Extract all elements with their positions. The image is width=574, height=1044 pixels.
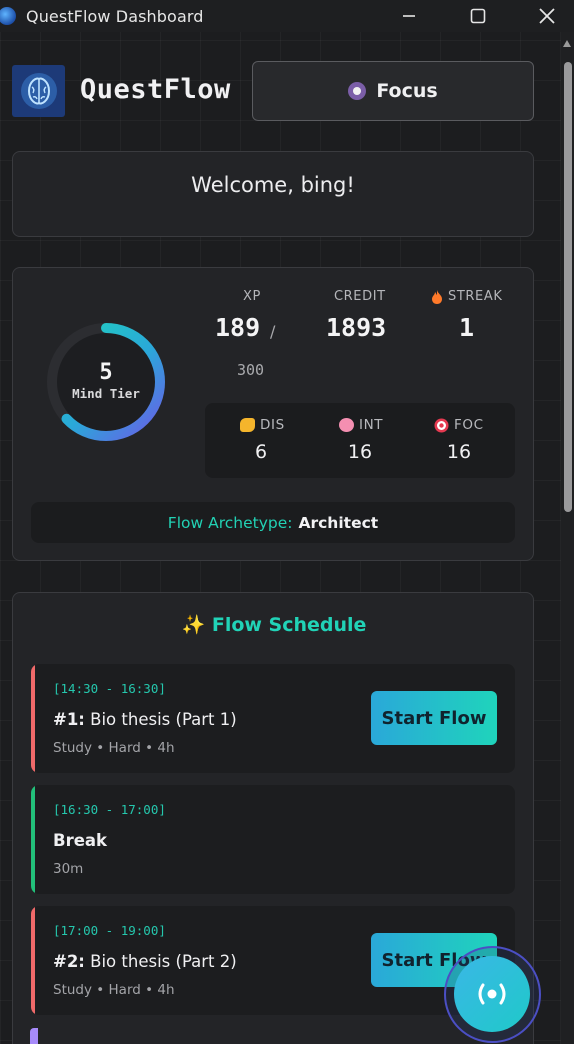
- schedule-item: [14:30 - 16:30] #1: Bio thesis (Part 1) …: [31, 664, 515, 773]
- task-name: Bio thesis (Part 1): [90, 710, 237, 729]
- scrollbar-thumb[interactable]: [564, 62, 572, 512]
- xp-value: 189: [215, 313, 261, 342]
- schedule-meta: Study • Hard • 4h: [53, 982, 175, 998]
- focus-button[interactable]: Focus: [252, 61, 534, 121]
- int-header: INT: [339, 417, 383, 433]
- credit-value: 1893: [326, 313, 387, 342]
- foc-header: FOC: [434, 417, 484, 433]
- brand-name: QuestFlow: [80, 74, 231, 105]
- streak-value: 1: [459, 313, 475, 342]
- focus-timer-icon: [348, 82, 367, 100]
- schedule-time: [17:00 - 19:00]: [53, 923, 166, 938]
- streak-header: STREAK: [431, 289, 502, 304]
- broadcast-fab-button[interactable]: [454, 956, 530, 1032]
- dis-label: DIS: [260, 417, 285, 433]
- maximize-icon: [470, 8, 486, 24]
- priority-bar: [31, 785, 35, 894]
- priority-bar: [31, 664, 35, 773]
- int-value: 16: [347, 441, 373, 463]
- broadcast-icon: [478, 983, 506, 1005]
- brain-icon: [339, 418, 354, 432]
- schedule-time: [16:30 - 17:00]: [53, 802, 166, 817]
- tier-label: Mind Tier: [72, 386, 140, 401]
- target-icon: [434, 418, 449, 432]
- archetype-bar: Flow Archetype: Architect: [31, 502, 515, 543]
- welcome-card: Welcome, bing!: [12, 151, 534, 237]
- task-number: #1:: [53, 710, 85, 729]
- streak-label: STREAK: [448, 289, 503, 304]
- tier-number: 5: [99, 360, 113, 385]
- foc-label: FOC: [454, 417, 484, 433]
- archetype-value: Architect: [298, 513, 379, 532]
- schedule-meta: Study • Hard • 4h: [53, 740, 175, 756]
- window-title: QuestFlow Dashboard: [26, 6, 204, 26]
- tier-progress-ring: 5 Mind Tier: [44, 320, 168, 444]
- dis-value: 6: [254, 441, 268, 463]
- fire-icon: [432, 289, 442, 304]
- close-button[interactable]: [524, 0, 570, 32]
- schedule-item: [16:30 - 17:00] Break 30m: [31, 785, 515, 894]
- foc-value: 16: [446, 441, 472, 463]
- xp-label: XP: [243, 289, 261, 304]
- schedule-meta: 30m: [53, 861, 84, 877]
- schedule-time: [14:30 - 16:30]: [53, 681, 166, 696]
- schedule-task-name: Break: [53, 831, 107, 850]
- focus-button-label: Focus: [376, 80, 438, 102]
- schedule-title: ✨ Flow Schedule: [181, 614, 367, 636]
- app-brain-icon: [0, 7, 16, 25]
- minimize-icon: [403, 15, 415, 17]
- task-number: #2:: [53, 952, 85, 971]
- maximize-button[interactable]: [455, 0, 501, 32]
- task-name: Break: [53, 831, 108, 850]
- welcome-message: Welcome, bing!: [191, 173, 355, 197]
- credit-label: CREDIT: [334, 289, 386, 304]
- dis-header: DIS: [240, 417, 285, 433]
- int-label: INT: [359, 417, 384, 433]
- start-flow-button[interactable]: Start Flow: [371, 691, 497, 745]
- task-name: Bio thesis (Part 2): [90, 952, 237, 971]
- xp-max: 300: [237, 361, 265, 379]
- xp-separator: /: [270, 322, 276, 341]
- minimize-button[interactable]: [386, 0, 432, 32]
- schedule-item: [17:00 - 19:00] #2: Bio thesis (Part 2) …: [31, 906, 515, 1015]
- archetype-label: Flow Archetype:: [167, 513, 293, 532]
- brain-logo-icon: [12, 65, 65, 117]
- flexed-biceps-icon: [240, 418, 255, 432]
- scroll-up-arrow-icon[interactable]: [563, 40, 571, 47]
- next-item-edge: [30, 1028, 38, 1044]
- close-icon: [539, 8, 555, 24]
- schedule-task-name: #2: Bio thesis (Part 2): [53, 952, 237, 971]
- schedule-task-name: #1: Bio thesis (Part 1): [53, 710, 237, 729]
- priority-bar: [31, 906, 35, 1015]
